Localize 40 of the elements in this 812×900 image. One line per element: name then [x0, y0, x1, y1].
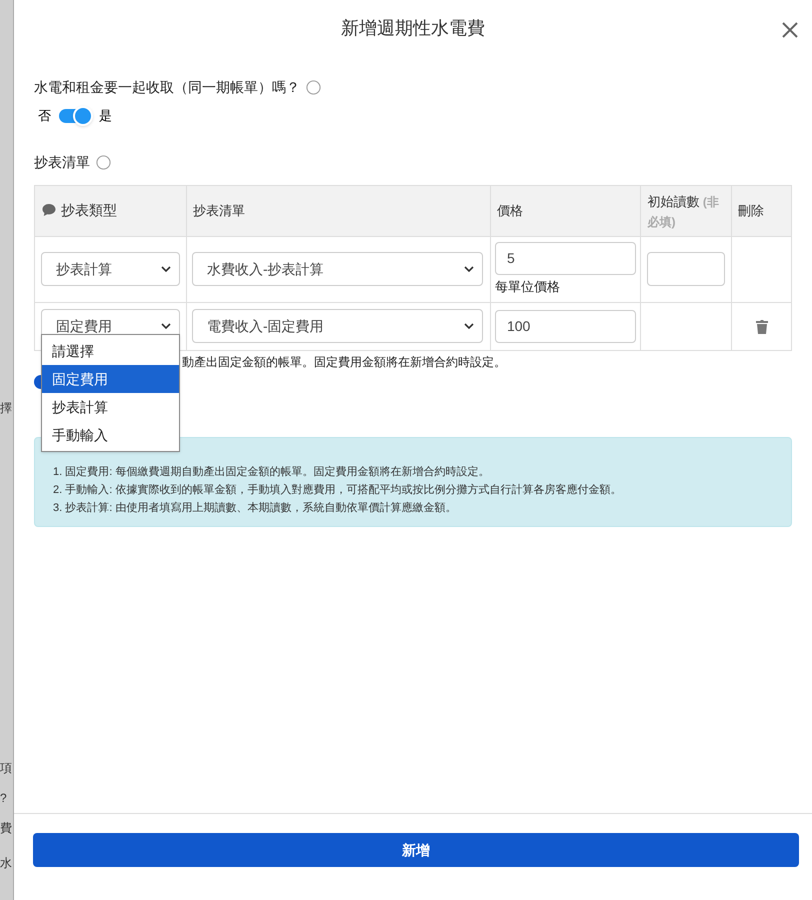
toggle-switch[interactable] — [59, 108, 91, 123]
column-header: 價格 — [496, 202, 523, 218]
submit-button[interactable]: 新增 — [33, 833, 799, 867]
chevron-down-icon — [464, 323, 474, 329]
modal-title: 新增週期性水電費 — [341, 17, 485, 40]
help-icon — [306, 80, 321, 95]
select-field[interactable]: 電費收入-固定費用 — [192, 309, 483, 343]
background-text: ? — [0, 792, 7, 804]
background-text: 擇 — [0, 402, 12, 414]
background-text: 水 — [0, 857, 12, 869]
column-header: 抄表清單 — [193, 202, 245, 218]
price-note: 每單位價格 — [494, 278, 561, 296]
row-hint: 動產出固定金額的帳單。固定費用金額將在新增合約時設定。 — [182, 354, 506, 370]
background-text: 項 — [0, 762, 12, 774]
background-text: 費 — [0, 822, 12, 834]
info-line: 3. 抄表計算: 由使用者填寫用上期讀數、本期讀數，系統自動依單價計算應繳金額。 — [53, 500, 458, 516]
chevron-down-icon — [161, 323, 171, 329]
reading-input[interactable] — [647, 252, 726, 286]
column-header: 刪除 — [738, 202, 764, 218]
price-input[interactable]: 5 — [494, 242, 636, 274]
question-label: 水電和租金要一起收取（同一期帳單）嗎？ — [34, 78, 300, 97]
dropdown-option[interactable]: 手動輸入 — [42, 421, 179, 449]
chat-bubble-icon — [41, 202, 57, 218]
help-icon — [96, 154, 111, 170]
column-header: 抄表類型 — [61, 200, 117, 220]
section-label: 抄表清單 — [34, 152, 90, 172]
price-input[interactable]: 100 — [494, 310, 636, 342]
toggle-on-label: 是 — [99, 107, 112, 125]
select-field[interactable]: 水費收入-抄表計算 — [192, 252, 483, 286]
select-field[interactable]: 抄表計算 — [41, 252, 180, 286]
column-header: 初始讀數 (非必填) — [647, 192, 720, 230]
close-icon[interactable] — [780, 20, 800, 40]
dropdown-option[interactable]: 固定費用 — [42, 365, 179, 393]
chevron-down-icon — [161, 266, 171, 272]
trash-icon[interactable] — [754, 318, 769, 335]
chevron-down-icon — [464, 266, 474, 272]
dropdown-option[interactable]: 抄表計算 — [42, 393, 179, 421]
info-line: 2. 手動輸入: 依據實際收到的帳單金額，手動填入對應費用，可搭配平均或按比例分攤方式自行計算各房客應付金額。 — [53, 482, 622, 498]
info-line: 1. 固定費用: 每個繳費週期自動產出固定金額的帳單。固定費用金額將在新增合約時設定。 — [53, 464, 490, 480]
toggle-off-label: 否 — [38, 107, 51, 125]
